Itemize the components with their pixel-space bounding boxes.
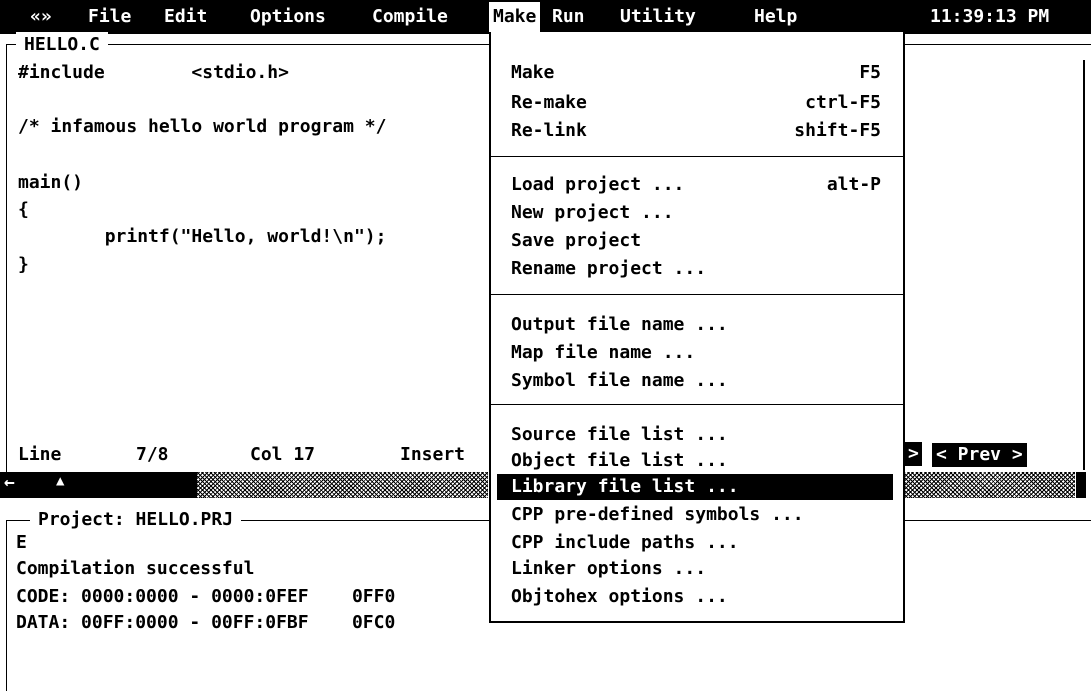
system-menu[interactable]: «»	[30, 4, 52, 30]
project-title: Project: HELLO.PRJ	[30, 507, 242, 533]
menu-utility[interactable]: Utility	[620, 4, 696, 30]
scroll-right-arrow-icon[interactable]	[1076, 472, 1086, 498]
code-line[interactable]: {	[18, 197, 29, 223]
menu-item-object-file-list[interactable]: Object file list ...	[511, 448, 887, 474]
line-label: Line	[18, 444, 62, 465]
menu-item-re-make[interactable]: Re-make ctrl-F5	[511, 90, 887, 116]
menu-make[interactable]: Make	[489, 2, 541, 32]
menu-item-objtohex-options[interactable]: Objtohex options ...	[511, 584, 887, 610]
prev-arrow[interactable]: >	[905, 442, 922, 466]
menu-edit[interactable]: Edit	[164, 4, 207, 30]
menu-item-linker-options[interactable]: Linker options ...	[511, 556, 887, 582]
code-line[interactable]: /* infamous hello world program */	[18, 114, 386, 140]
menu-separator	[491, 404, 903, 405]
prev-button[interactable]: < Prev >	[932, 443, 1027, 467]
insert-mode: Insert	[400, 444, 466, 465]
menu-separator	[491, 156, 903, 157]
scrollbar-track-right[interactable]	[903, 472, 1075, 498]
message-line: Compilation successful	[16, 558, 255, 579]
menu-item-new-project[interactable]: New project ...	[511, 200, 887, 226]
menu-bar: «» File Edit Options Compile Make Run Ut…	[0, 0, 1091, 34]
scroll-left-arrow-icon[interactable]: ←	[4, 470, 15, 496]
make-menu: Make F5 Re-make ctrl-F5 Re-link shift-F5 Lo…	[489, 32, 905, 623]
menu-compile[interactable]: Compile	[372, 4, 448, 30]
menu-item-load-project[interactable]: Load project ... alt-P	[511, 172, 887, 198]
menu-item-cpp-predefined-symbols[interactable]: CPP pre-defined symbols ...	[511, 502, 887, 528]
menu-item-output-file-name[interactable]: Output file name ...	[511, 312, 887, 338]
menu-options[interactable]: Options	[250, 4, 326, 30]
scroll-thumb-icon[interactable]: ▲	[56, 468, 64, 494]
menu-file[interactable]: File	[88, 4, 131, 30]
menu-item-map-file-name[interactable]: Map file name ...	[511, 340, 887, 366]
editor-title: HELLO.C	[16, 32, 108, 58]
menu-item-cpp-include-paths[interactable]: CPP include paths ...	[511, 530, 887, 556]
menu-item-source-file-list[interactable]: Source file list ...	[511, 422, 887, 448]
code-line[interactable]: #include <stdio.h>	[18, 60, 289, 86]
line-value: 7/8	[136, 444, 169, 465]
code-line[interactable]: }	[18, 252, 29, 278]
message-line: DATA: 00FF:0000 - 00FF:0FBF 0FC0	[16, 612, 396, 633]
code-line[interactable]: printf("Hello, world!\n");	[18, 224, 387, 250]
code-line[interactable]: main()	[18, 170, 83, 196]
menu-item-symbol-file-name[interactable]: Symbol file name ...	[511, 368, 887, 394]
scrollbar-track[interactable]	[197, 472, 488, 498]
clock: 11:39:13 PM	[930, 6, 1050, 27]
menu-help[interactable]: Help	[754, 4, 797, 30]
menu-item-re-link[interactable]: Re-link shift-F5	[511, 118, 887, 144]
menu-run[interactable]: Run	[552, 4, 585, 30]
menu-item-save-project[interactable]: Save project	[511, 228, 887, 254]
col-indicator: Col 17	[250, 444, 316, 465]
menu-item-library-file-list[interactable]: Library file list ...	[497, 474, 893, 500]
menu-item-rename-project[interactable]: Rename project ...	[511, 256, 887, 282]
menu-item-make[interactable]: Make F5	[511, 60, 887, 86]
horizontal-scrollbar[interactable]: ← ▲	[0, 472, 488, 498]
window-border-right	[1083, 60, 1091, 470]
message-line: E	[16, 532, 27, 553]
message-line: CODE: 0000:0000 - 0000:0FEF 0FF0	[16, 586, 396, 607]
menu-separator	[491, 294, 903, 295]
